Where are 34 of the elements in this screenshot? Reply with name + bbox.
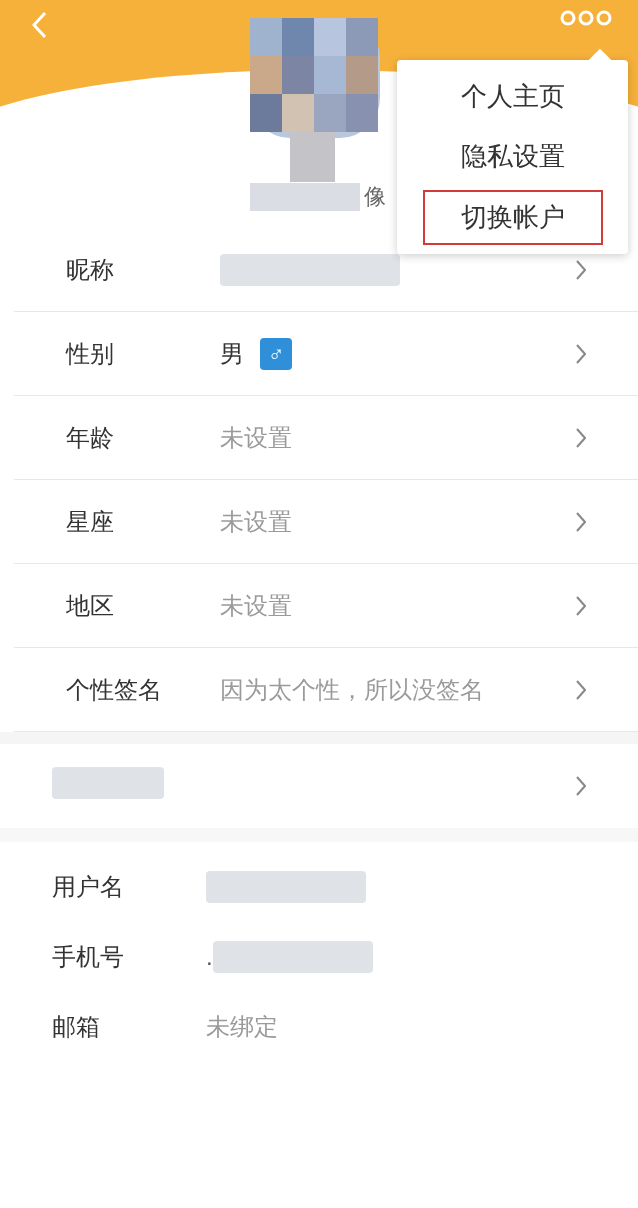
row-label: 手机号 (52, 942, 125, 972)
chevron-right-icon (576, 427, 586, 448)
profile-row[interactable]: 性别 男 ♂ (14, 312, 638, 396)
row-label: 年龄 (66, 422, 115, 453)
chevron-right-icon (576, 776, 586, 796)
menu-item[interactable]: 切换帐户 (422, 190, 603, 246)
row-label: 昵称 (66, 254, 115, 285)
more-icon[interactable] (560, 10, 612, 26)
row-value: 未设置 (220, 506, 292, 537)
row-label: 个性签名 (66, 674, 163, 705)
row-label: 邮箱 (52, 1012, 101, 1042)
menu-item[interactable]: 隐私设置 (422, 129, 603, 185)
row-value: 男 (220, 338, 244, 369)
row-label: 地区 (66, 590, 115, 621)
row-value: 未设置 (220, 590, 292, 621)
chevron-right-icon (576, 679, 586, 700)
row-value: 因为太个性，所以没签名 (220, 674, 484, 705)
chevron-right-icon (576, 259, 586, 280)
row-label: 星座 (66, 506, 115, 537)
row-value: 未绑定 (206, 1012, 278, 1042)
chevron-right-icon (576, 511, 586, 532)
row-label: 用户名 (52, 872, 125, 902)
male-icon: ♂ (260, 337, 292, 370)
profile-row[interactable]: 地区 未设置 (14, 564, 638, 648)
chevron-right-icon (576, 595, 586, 616)
menu-item[interactable]: 个人主页 (422, 68, 603, 124)
row-value: . (206, 942, 213, 972)
profile-row[interactable]: 星座 未设置 (14, 480, 638, 564)
profile-row[interactable]: 年龄 未设置 (14, 396, 638, 480)
avatar-caption[interactable]: 像 (364, 180, 386, 213)
chevron-right-icon (576, 343, 586, 364)
row-value: 未设置 (220, 422, 292, 453)
row-label: 性别 (66, 338, 115, 369)
back-icon[interactable] (30, 10, 48, 40)
